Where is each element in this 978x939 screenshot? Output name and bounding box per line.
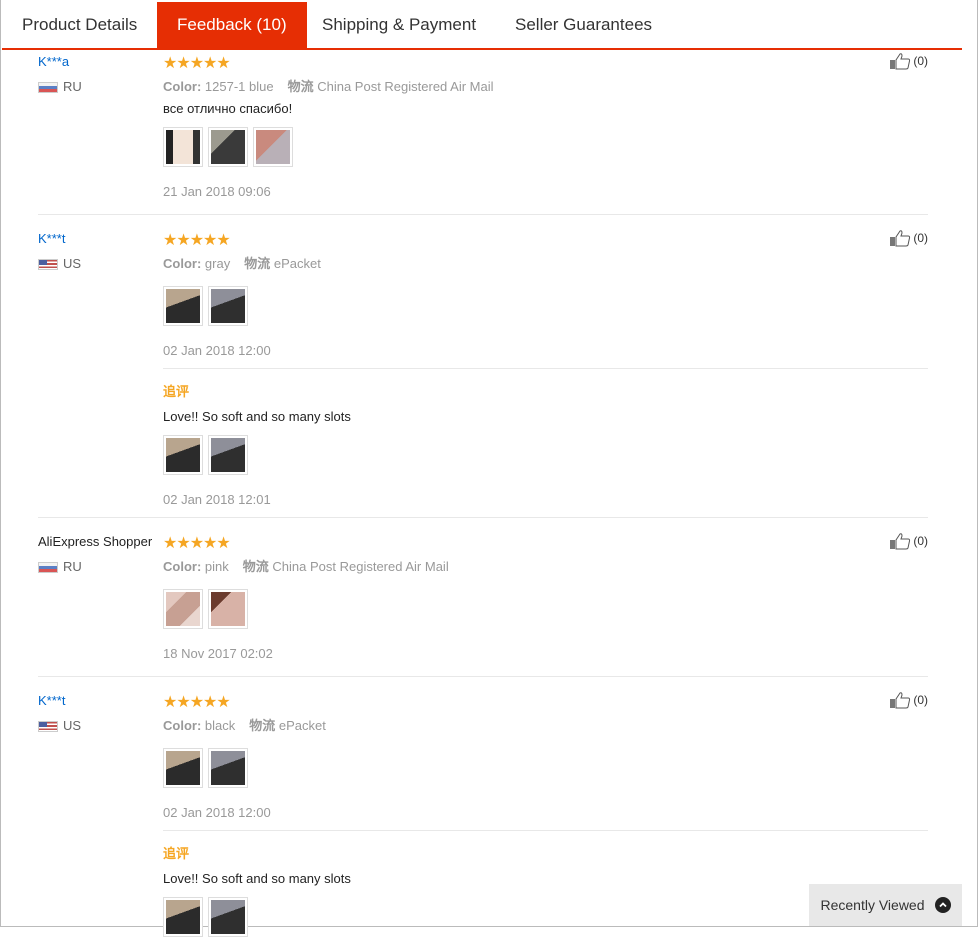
additional-feedback-text: Love!! So soft and so many slots xyxy=(163,871,351,886)
reviewer-name[interactable]: AliExpress Shopper xyxy=(38,534,152,549)
review-date: 02 Jan 2018 12:00 xyxy=(163,343,271,358)
review-photos xyxy=(163,435,253,477)
review-photos xyxy=(163,897,253,939)
additional-feedback-label: 追评 xyxy=(163,846,190,861)
additional-feedback-label: 追评 xyxy=(163,384,190,399)
review-photo[interactable] xyxy=(208,435,248,475)
star-rating: ★★★★★ xyxy=(163,232,231,249)
thumbs-up-icon xyxy=(889,52,911,70)
review-date: 18 Nov 2017 02:02 xyxy=(163,646,273,661)
review-photo[interactable] xyxy=(208,127,248,167)
helpful-button[interactable]: (0) xyxy=(889,532,928,550)
review-item: K***a RU ★★★★★ Color: 1257-1 blue 物流 Chin… xyxy=(38,52,928,215)
review-date: 02 Jan 2018 12:00 xyxy=(163,805,271,820)
tab-feedback[interactable]: Feedback (10) xyxy=(157,2,307,48)
star-rating: ★★★★★ xyxy=(163,535,231,552)
tab-bar: Product Details Feedback (10) Shipping &… xyxy=(2,2,962,50)
order-info: Color: gray 物流 ePacket xyxy=(163,256,321,271)
review-item: K***t US ★★★★★ Color: gray 物流 ePacket 02 … xyxy=(38,229,928,518)
review-photo[interactable] xyxy=(208,897,248,937)
reviewer-name[interactable]: K***t xyxy=(38,693,65,708)
order-info: Color: black 物流 ePacket xyxy=(163,718,326,733)
thumbs-up-icon xyxy=(889,532,911,550)
reviewer-country: US xyxy=(38,257,81,271)
additional-feedback-date: 02 Jan 2018 12:01 xyxy=(163,492,271,507)
reviewer-country: US xyxy=(38,719,81,733)
review-photos xyxy=(163,286,253,328)
usa-flag-icon xyxy=(38,259,58,271)
review-photo[interactable] xyxy=(208,589,248,629)
reviewer-name[interactable]: K***a xyxy=(38,54,69,69)
review-photos xyxy=(163,589,253,631)
review-photos xyxy=(163,127,298,169)
recently-viewed-button[interactable]: Recently Viewed xyxy=(809,884,962,926)
review-photo[interactable] xyxy=(163,286,203,326)
usa-flag-icon xyxy=(38,721,58,733)
thumbs-up-icon xyxy=(889,691,911,709)
review-photo[interactable] xyxy=(163,435,203,475)
order-info: Color: 1257-1 blue 物流 China Post Register… xyxy=(163,79,494,94)
review-item: K***t US ★★★★★ Color: black 物流 ePacket 02… xyxy=(38,691,928,937)
star-rating: ★★★★★ xyxy=(163,55,231,72)
additional-feedback-text: Love!! So soft and so many slots xyxy=(163,409,351,424)
russia-flag-icon xyxy=(38,82,58,94)
reviewer-name[interactable]: K***t xyxy=(38,231,65,246)
review-photo[interactable] xyxy=(253,127,293,167)
tab-shipping-payment[interactable]: Shipping & Payment xyxy=(302,2,496,48)
russia-flag-icon xyxy=(38,562,58,574)
helpful-button[interactable]: (0) xyxy=(889,229,928,247)
recently-viewed-label: Recently Viewed xyxy=(820,897,925,913)
review-text: все отлично спасибо! xyxy=(163,101,293,116)
reviewer-country: RU xyxy=(38,560,82,574)
review-photo[interactable] xyxy=(163,127,203,167)
reviewer-country: RU xyxy=(38,80,82,94)
tab-product-details[interactable]: Product Details xyxy=(2,2,157,48)
order-info: Color: pink 物流 China Post Registered Air … xyxy=(163,559,449,574)
star-rating: ★★★★★ xyxy=(163,694,231,711)
thumbs-up-icon xyxy=(889,229,911,247)
review-photo[interactable] xyxy=(163,748,203,788)
helpful-button[interactable]: (0) xyxy=(889,691,928,709)
additional-feedback: 追评 Love!! So soft and so many slots 02 J… xyxy=(163,368,928,517)
review-date: 21 Jan 2018 09:06 xyxy=(163,184,271,199)
review-photo[interactable] xyxy=(208,748,248,788)
review-item: AliExpress Shopper RU ★★★★★ Color: pink 物… xyxy=(38,532,928,677)
review-photo[interactable] xyxy=(163,897,203,937)
review-photo[interactable] xyxy=(163,589,203,629)
review-photos xyxy=(163,748,253,790)
chevron-up-icon xyxy=(934,897,951,913)
review-photo[interactable] xyxy=(208,286,248,326)
tab-seller-guarantees[interactable]: Seller Guarantees xyxy=(495,2,672,48)
helpful-button[interactable]: (0) xyxy=(889,52,928,70)
